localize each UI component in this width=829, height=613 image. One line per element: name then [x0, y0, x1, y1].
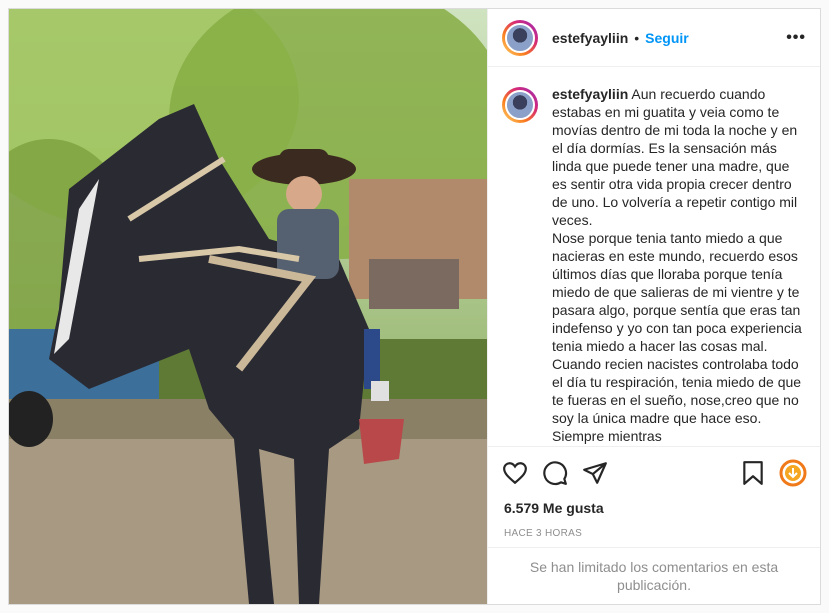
more-options-icon[interactable]: •••	[786, 29, 806, 47]
comments-limited-notice: Se han limitado los comentarios en esta …	[488, 547, 820, 604]
heart-icon[interactable]	[500, 458, 530, 488]
username-link[interactable]: estefyayliin	[552, 30, 628, 46]
comment-icon[interactable]	[540, 458, 570, 488]
bookmark-icon[interactable]	[738, 458, 768, 488]
post-timestamp[interactable]: HACE 3 HORAS	[488, 516, 820, 547]
post-container: estefyayliin • Seguir ••• estefyayliin A…	[8, 8, 821, 605]
caption-text: Aun recuerdo cuando estabas en mi guatit…	[552, 86, 802, 444]
avatar-image	[505, 22, 535, 53]
post-header: estefyayliin • Seguir •••	[488, 9, 820, 67]
post-sidebar: estefyayliin • Seguir ••• estefyayliin A…	[487, 9, 820, 604]
action-bar	[488, 446, 820, 498]
post-photo[interactable]	[9, 9, 487, 604]
caption-avatar[interactable]	[502, 87, 538, 123]
share-icon[interactable]	[580, 458, 610, 488]
caption-text-block: estefyayliin Aun recuerdo cuando estabas…	[552, 85, 806, 446]
download-icon[interactable]	[778, 458, 808, 488]
follow-button[interactable]: Seguir	[645, 30, 689, 46]
caption-scroll-area[interactable]: estefyayliin Aun recuerdo cuando estabas…	[488, 67, 820, 446]
photo-illustration	[9, 9, 487, 604]
separator-dot: •	[634, 29, 640, 46]
avatar[interactable]	[502, 19, 538, 56]
caption-avatar-image	[505, 90, 535, 120]
caption-username[interactable]: estefyayliin	[552, 86, 628, 102]
likes-count[interactable]: 6.579 Me gusta	[488, 498, 820, 516]
